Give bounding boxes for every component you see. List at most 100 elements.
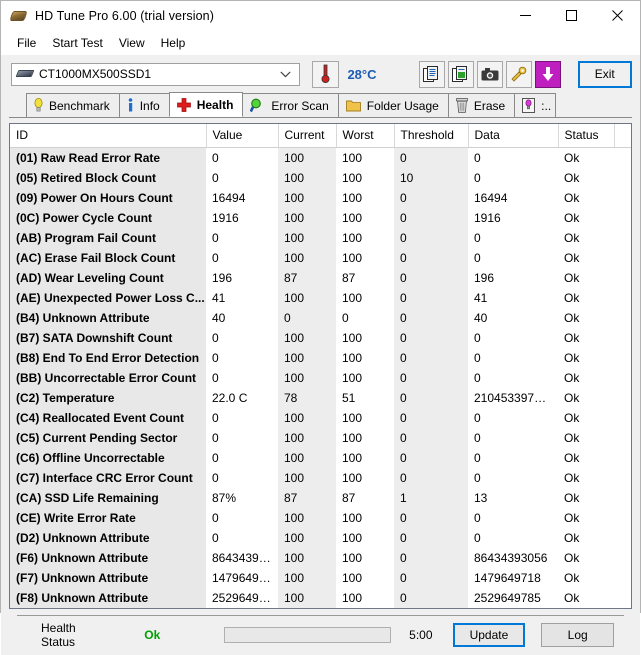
cell-status: Ok [564,310,580,325]
cell-current: 87 [278,267,336,288]
exit-button[interactable]: Exit [577,60,632,88]
table-row[interactable]: (B7) SATA Downshift Count 0 100 100 0 0 Ok [10,327,631,348]
table-row[interactable]: (F6) Unknown Attribute 8643439… 100 100 0 864… [10,547,631,568]
cell-id: (01) Raw Read Error Rate [10,147,206,168]
tab-label: Info [139,98,160,113]
tab-benchmark[interactable]: Benchmark [26,93,120,117]
magnifier-icon [250,98,265,113]
cell-status: Ok [564,230,580,245]
menu-help[interactable]: Help [153,33,194,53]
menu-view[interactable]: View [111,33,153,53]
cell-threshold: 0 [394,387,468,408]
cell-status: Ok [564,250,580,265]
tab-health[interactable]: Health [168,92,244,117]
tab-error-scan[interactable]: Error Scan [242,93,339,117]
cell-value: 0 [212,370,219,385]
cell-data: 210453397… [474,390,547,405]
menu-file[interactable]: File [9,33,44,53]
menu-start-test[interactable]: Start Test [44,33,110,53]
cell-pad [614,288,631,308]
cell-threshold: 0 [394,527,468,548]
harddisk-icon [15,68,35,80]
table-row[interactable]: (AD) Wear Leveling Count 196 87 87 0 196 Ok [10,267,631,288]
update-button[interactable]: Update [452,623,526,647]
screenshot-icon[interactable] [476,60,503,88]
table-row[interactable]: (BB) Uncorrectable Error Count 0 100 100 0 0 O… [10,367,631,388]
cell-pad [614,448,631,468]
cell-threshold: 0 [394,327,468,348]
table-row[interactable]: (C4) Reallocated Event Count 0 100 100 0 0 Ok [10,407,631,428]
cell-pad [614,208,631,228]
table-row[interactable]: (CE) Write Error Rate 0 100 100 0 0 Ok [10,507,631,528]
toolbar: CT1000MX500SSD1 28°C Exit [1,55,640,93]
table-row[interactable]: (D2) Unknown Attribute 0 100 100 0 0 Ok [10,527,631,548]
cell-value: 87% [212,490,237,505]
cell-id: (C7) Interface CRC Error Count [10,467,206,488]
cell-value: 0 [212,450,219,465]
table-row[interactable]: (C7) Interface CRC Error Count 0 100 100 0 0 O… [10,467,631,488]
table-row[interactable]: (C6) Offline Uncorrectable 0 100 100 0 0 Ok [10,447,631,468]
cell-id: (F6) Unknown Attribute [10,547,206,568]
maximize-button[interactable] [548,1,594,30]
table-row[interactable]: (01) Raw Read Error Rate 0 100 100 0 0 Ok [10,147,631,168]
table-row[interactable]: (05) Retired Block Count 0 100 100 10 0 Ok [10,167,631,188]
table-row[interactable]: (C5) Current Pending Sector 0 100 100 0 0 Ok [10,427,631,448]
download-icon[interactable] [534,60,561,88]
table-row[interactable]: (C2) Temperature 22.0 C 78 51 0 210453397… Ok [10,387,631,408]
copy-icon[interactable] [418,60,445,88]
cell-worst: 100 [342,250,363,265]
cell-status: Ok [564,170,580,185]
cell-status: Ok [564,590,580,605]
column-header-data[interactable]: Data [468,124,559,148]
column-header-worst[interactable]: Worst [336,124,395,148]
cell-value: 0 [212,530,219,545]
trash-icon [456,98,468,113]
column-header-value[interactable]: Value [206,124,279,148]
table-row[interactable]: (09) Power On Hours Count 16494 100 100 0 164… [10,187,631,208]
table-row[interactable]: (CA) SSD Life Remaining 87% 87 87 1 13 Ok [10,487,631,508]
cell-threshold: 0 [394,367,468,388]
column-header-threshold[interactable]: Threshold [394,124,469,148]
cell-pad [614,428,631,448]
cell-status: Ok [564,570,580,585]
cell-status: Ok [564,470,580,485]
cell-id: (C5) Current Pending Sector [10,427,206,448]
cell-pad [614,548,631,568]
column-header-status[interactable]: Status [558,124,615,148]
table-row[interactable]: (F7) Unknown Attribute 1479649… 100 100 0 147… [10,567,631,588]
log-button[interactable]: Log [541,623,614,647]
folder-icon [345,99,361,112]
table-row[interactable]: (AE) Unexpected Power Loss C... 41 100 100 0… [10,287,631,308]
close-button[interactable] [594,1,640,30]
cell-id: (CA) SSD Life Remaining [10,487,206,508]
table-row[interactable]: (AC) Erase Fail Block Count 0 100 100 0 0 Ok [10,247,631,268]
table-row[interactable]: (B4) Unknown Attribute 40 0 0 0 40 Ok [10,307,631,328]
minimize-button[interactable] [502,1,548,30]
cell-status: Ok [564,450,580,465]
cell-id: (C4) Reallocated Event Count [10,407,206,428]
table-row[interactable]: (B8) End To End Error Detection 0 100 100 0 0… [10,347,631,368]
column-header-current[interactable]: Current [278,124,337,148]
drive-selector[interactable]: CT1000MX500SSD1 [11,62,301,86]
temperature-value: 28°C [347,66,377,82]
table-row[interactable]: (F8) Unknown Attribute 2529649… 100 100 0 252… [10,587,631,608]
table-row[interactable]: (AB) Program Fail Count 0 100 100 0 0 Ok [10,227,631,248]
tab-info[interactable]: Info [118,93,170,117]
cell-data: 13 [474,490,488,505]
tab-erase[interactable]: Erase [447,93,516,117]
cell-threshold: 0 [394,267,468,288]
tools-icon[interactable] [505,60,532,88]
cell-status: Ok [564,410,580,425]
tab-label: Health [196,97,234,112]
tab-more[interactable]: :.. [514,93,557,117]
cell-current: 78 [278,387,336,408]
window-title: HD Tune Pro 6.00 (trial version) [35,8,214,23]
column-header-id[interactable]: ID [10,124,207,148]
tab-folder-usage[interactable]: Folder Usage [337,93,449,117]
cell-pad [614,528,631,548]
cell-data: 0 [474,410,481,425]
cell-pad [614,588,631,608]
cell-status: Ok [564,550,580,565]
table-row[interactable]: (0C) Power Cycle Count 1916 100 100 0 1916 Ok [10,207,631,228]
copy-image-icon[interactable] [447,60,474,88]
